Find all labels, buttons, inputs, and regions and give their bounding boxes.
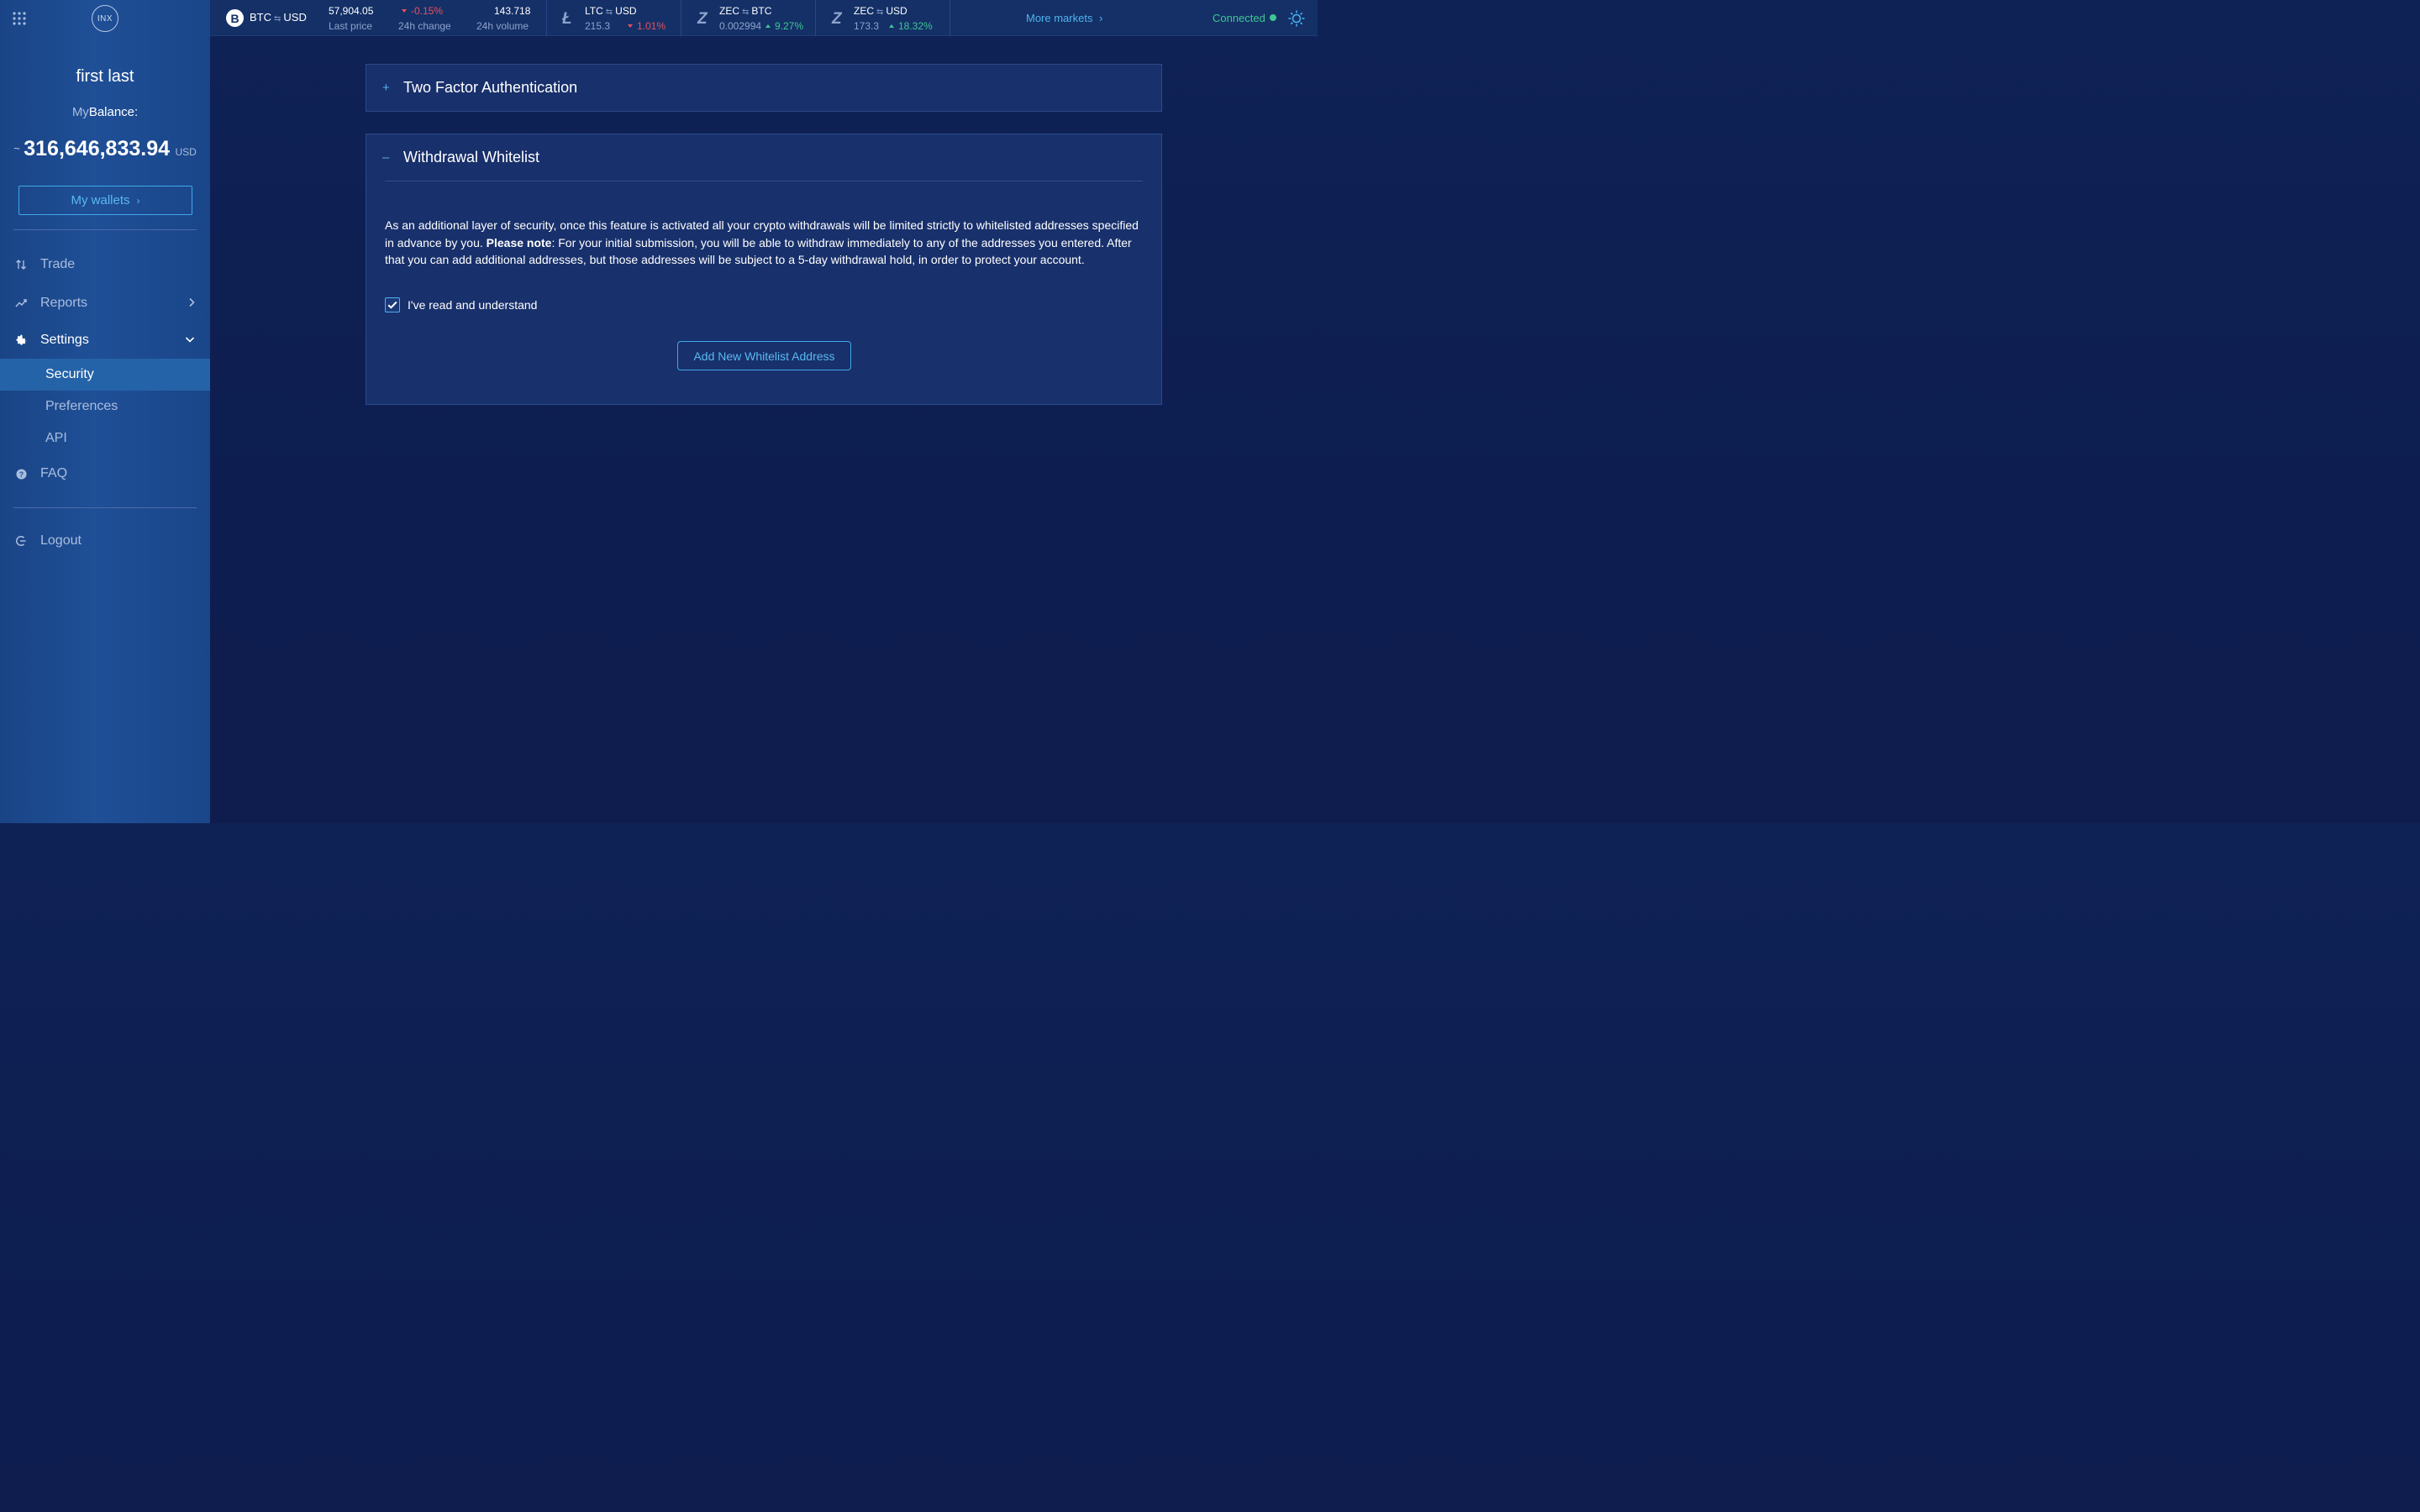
help-circle-icon: ? [14,467,28,480]
change-label: 24h change [398,20,451,32]
please-note: Please note [486,235,552,249]
swap-icon: ⇆ [605,8,613,17]
balance-value: ~ 316,646,833.94 USD [0,137,210,161]
panel-title: Two Factor Authentication [403,78,578,96]
market-ticker-bar: B BTC ⇆ USD 57,904.05 Last price -0.15% 24… [210,0,1318,36]
sidebar-item-trade[interactable]: Trade [0,249,210,280]
logout-icon [14,534,28,548]
add-new-whitelist-address-button[interactable]: Add New Whitelist Address [677,341,851,370]
volume-label: 24h volume [476,20,529,32]
ticker-price: 215.3 [585,20,611,32]
balance-tilde: ~ [13,142,20,155]
user-name: first last [76,67,134,86]
gear-icon [14,333,28,347]
two-factor-panel: + Two Factor Authentication [366,64,1162,112]
swap-icon: ⇆ [876,8,884,17]
balance-label: MyBalance: [0,105,210,119]
ticker-price: 0.002994 [719,20,762,32]
last-price-value: 57,904.05 [329,5,374,17]
sidebar: INX first last MyBalance: ~ 316,646,833.… [0,0,210,823]
connection-status: Connected [1213,12,1265,24]
logo-text: INX [97,13,113,24]
expand-plus-icon: + [382,80,390,95]
balance-label-prefix: My [71,105,89,119]
swap-icon: ⇆ [742,8,750,17]
panel-title: Withdrawal Whitelist [403,148,540,165]
last-price-label: Last price [329,20,373,32]
sidebar-item-faq[interactable]: ? FAQ [0,459,210,489]
ticker-price: 173.3 [854,20,880,32]
ticker-pair: LTC ⇆ USD [585,5,637,17]
withdrawal-whitelist-panel: – Withdrawal Whitelist As an additional … [366,134,1162,405]
checkmark-icon [387,301,397,309]
acknowledge-checkbox[interactable] [385,297,400,312]
sidebar-item-label: Reports [40,296,88,310]
pair-quote: USD [283,11,307,24]
arrow-up-icon [889,24,894,28]
litecoin-icon: Ł [562,10,572,28]
ticker-main-btc-usd[interactable]: B BTC ⇆ USD 57,904.05 Last price -0.15% 24… [210,0,546,36]
bitcoin-icon: B [226,9,244,27]
inx-logo[interactable]: INX [92,5,118,32]
pair-base: BTC [250,11,271,24]
sidebar-subitem-label: Preferences [45,399,118,413]
sidebar-item-settings[interactable]: Settings [0,325,210,355]
ticker-separator [815,0,816,36]
ticker-pair: BTC ⇆ USD [250,11,307,24]
chevron-right-icon: › [136,194,140,207]
ticker-change: 1.01% [628,20,666,32]
ticker-separator [546,0,547,36]
ticker-pair: ZEC ⇆ BTC [719,5,772,17]
sidebar-divider [13,229,197,230]
sidebar-subitem-security[interactable]: Security [0,359,210,391]
sidebar-divider [13,507,197,508]
trend-chart-icon [14,297,28,310]
ticker-change: 9.27% [765,20,803,32]
trade-arrows-icon [14,258,28,271]
sun-theme-toggle-icon[interactable] [1287,9,1306,28]
sidebar-subitem-label: Security [45,367,94,381]
chevron-right-icon: › [1099,12,1103,24]
change-value: -0.15% [402,5,443,17]
my-wallets-label: My wallets [71,193,130,207]
arrow-down-icon [402,9,407,13]
svg-text:?: ? [18,470,23,478]
ticker-change: 18.32% [889,20,933,32]
acknowledge-label: I've read and understand [408,298,538,312]
arrow-up-icon [765,24,771,28]
balance-amount: 316,646,833.94 [24,137,171,160]
zcash-icon: Z [832,10,842,28]
acknowledge-checkbox-row[interactable]: I've read and understand [385,297,537,312]
sidebar-subitem-api[interactable]: API [0,423,210,454]
balance-label-main: Balance: [88,105,139,119]
my-wallets-button[interactable]: My wallets › [18,186,192,215]
sidebar-subitem-preferences[interactable]: Preferences [0,391,210,423]
balance-currency: USD [175,146,197,158]
chevron-down-icon [185,332,195,345]
sidebar-item-label: Logout [40,533,82,548]
volume-value: 143.718 [494,5,531,17]
more-markets-link[interactable]: More markets › [1026,12,1102,24]
sidebar-item-label: FAQ [40,466,68,480]
sidebar-subitem-label: API [45,431,67,445]
sidebar-item-logout[interactable]: Logout [0,526,210,556]
arrow-down-icon [628,24,633,28]
chevron-right-icon [188,297,195,310]
status-dot-icon [1270,14,1276,21]
swap-icon: ⇆ [274,14,281,24]
withdrawal-whitelist-header[interactable]: – Withdrawal Whitelist [366,134,1161,180]
two-factor-header[interactable]: + Two Factor Authentication [366,65,1161,110]
ticker-pair: ZEC ⇆ USD [854,5,908,17]
sidebar-item-label: Trade [40,257,76,271]
zcash-icon: Z [697,10,708,28]
whitelist-description: As an additional layer of security, once… [385,218,1139,266]
apps-grid-icon[interactable] [12,11,27,26]
sidebar-item-reports[interactable]: Reports [0,288,210,318]
collapse-minus-icon: – [382,150,390,165]
sidebar-item-label: Settings [40,333,89,347]
